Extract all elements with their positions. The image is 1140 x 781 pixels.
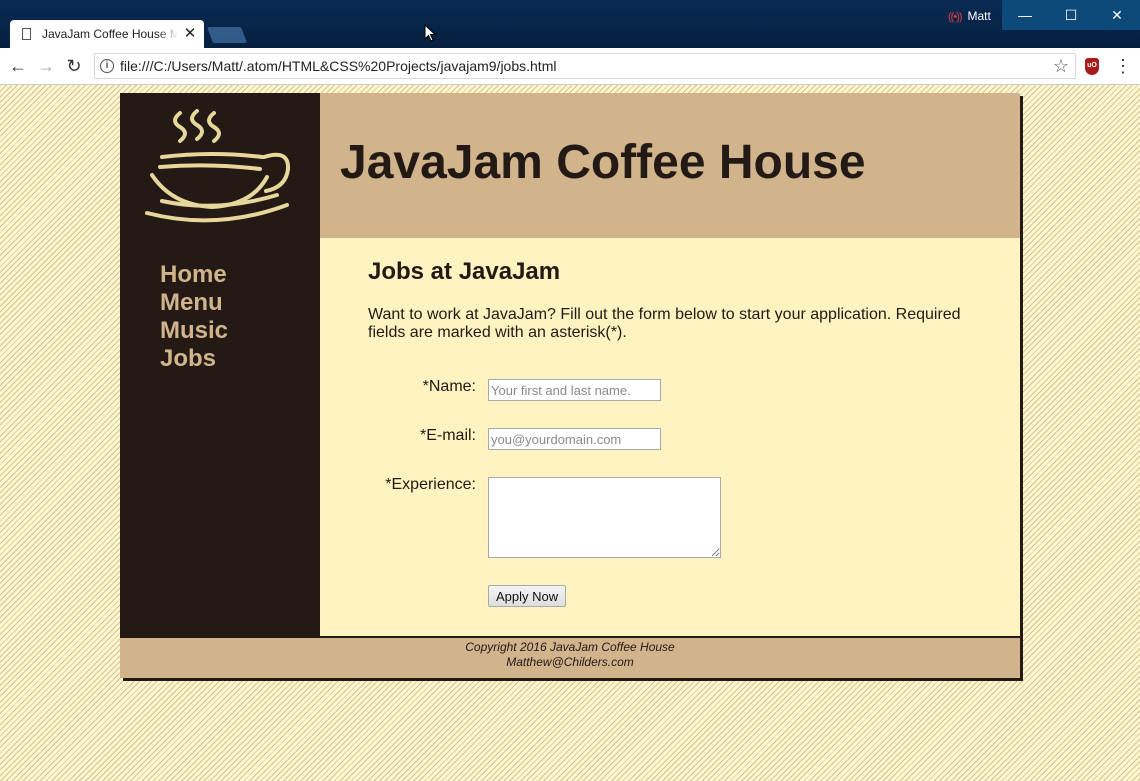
copyright-text: Copyright 2016 JavaJam Coffee House bbox=[465, 640, 675, 654]
mouse-cursor-icon bbox=[424, 24, 436, 42]
url-text[interactable]: file:///C:/Users/Matt/.atom/HTML&CSS%20P… bbox=[120, 54, 556, 78]
page-heading: Jobs at JavaJam bbox=[368, 258, 561, 285]
star-icon[interactable]: ☆ bbox=[1053, 54, 1069, 78]
email-input[interactable] bbox=[488, 428, 661, 450]
tab-close-icon[interactable]: ✕ bbox=[182, 20, 198, 48]
browser-titlebar: JavaJam Coffee House M ✕ ((•)) Matt — ☐ ✕ bbox=[0, 0, 1140, 48]
site-title: JavaJam Coffee House bbox=[340, 136, 866, 189]
footer-email: Matthew@Childers.com bbox=[506, 655, 634, 669]
address-bar[interactable]: i file:///C:/Users/Matt/.atom/HTML&CSS%2… bbox=[94, 53, 1076, 79]
sync-error-icon: ((•)) bbox=[948, 11, 962, 23]
email-label: *E-mail: bbox=[419, 427, 476, 444]
site-footer: Copyright 2016 JavaJam Coffee House Matt… bbox=[120, 636, 1020, 678]
profile-name: Matt bbox=[967, 9, 991, 23]
browser-toolbar: ← → ↻ i file:///C:/Users/Matt/.atom/HTML… bbox=[0, 48, 1140, 85]
name-input[interactable] bbox=[488, 379, 661, 401]
nav-link-home[interactable]: Home bbox=[160, 261, 300, 289]
experience-label: *Experience: bbox=[385, 476, 476, 493]
intro-text: Want to work at JavaJam? Fill out the fo… bbox=[368, 306, 961, 341]
site-nav: Home Menu Music Jobs bbox=[160, 261, 300, 373]
main-content: Jobs at JavaJam Want to work at JavaJam?… bbox=[320, 238, 1020, 636]
name-label: *Name: bbox=[422, 378, 476, 395]
page-viewport: JavaJam Coffee House Home Menu Music Job… bbox=[0, 85, 1140, 781]
coffee-cup-logo-icon bbox=[145, 109, 291, 223]
profile-chip[interactable]: ((•)) Matt bbox=[948, 6, 991, 26]
new-tab-button[interactable] bbox=[207, 27, 247, 43]
minimize-button[interactable]: — bbox=[1002, 0, 1048, 30]
nav-link-music[interactable]: Music bbox=[160, 317, 300, 345]
experience-textarea[interactable] bbox=[488, 477, 721, 558]
nav-link-jobs[interactable]: Jobs bbox=[160, 345, 300, 373]
maximize-button[interactable]: ☐ bbox=[1048, 0, 1094, 30]
back-arrow-icon[interactable]: ← bbox=[6, 54, 30, 78]
kebab-menu-icon[interactable]: ⋮ bbox=[1114, 54, 1132, 78]
browser-tab[interactable]: JavaJam Coffee House M ✕ bbox=[10, 20, 204, 48]
reload-icon[interactable]: ↻ bbox=[62, 54, 86, 78]
site-wrapper: JavaJam Coffee House Home Menu Music Job… bbox=[120, 93, 1020, 678]
tab-title: JavaJam Coffee House M bbox=[42, 27, 178, 41]
document-icon bbox=[22, 28, 31, 40]
ublock-icon[interactable]: uO bbox=[1085, 58, 1099, 75]
info-icon[interactable]: i bbox=[100, 59, 114, 73]
close-window-button[interactable]: ✕ bbox=[1094, 0, 1140, 30]
nav-link-menu[interactable]: Menu bbox=[160, 289, 300, 317]
apply-now-button[interactable]: Apply Now bbox=[488, 585, 567, 607]
forward-arrow-icon[interactable]: → bbox=[34, 54, 58, 78]
site-header: JavaJam Coffee House bbox=[320, 93, 1020, 238]
